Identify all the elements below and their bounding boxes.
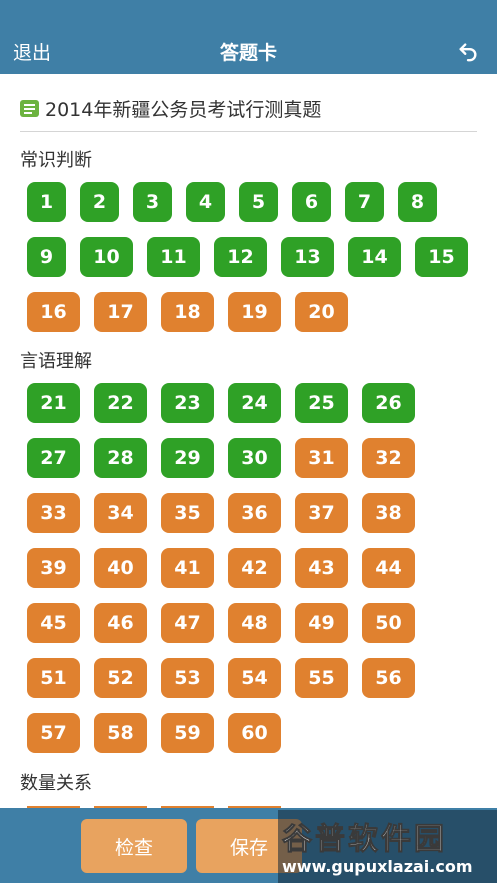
undo-icon[interactable] — [457, 40, 479, 62]
question-button-57[interactable]: 57 — [27, 713, 80, 753]
question-button-59[interactable]: 59 — [161, 713, 214, 753]
question-button-11[interactable]: 11 — [147, 237, 200, 277]
question-button-38[interactable]: 38 — [362, 493, 415, 533]
question-button-51[interactable]: 51 — [27, 658, 80, 698]
question-button-28[interactable]: 28 — [94, 438, 147, 478]
question-button-2[interactable]: 2 — [80, 182, 119, 222]
question-button-31[interactable]: 31 — [295, 438, 348, 478]
question-button-39[interactable]: 39 — [27, 548, 80, 588]
question-button-12[interactable]: 12 — [214, 237, 267, 277]
question-button-21[interactable]: 21 — [27, 383, 80, 423]
check-button[interactable]: 检查 — [81, 819, 187, 873]
section-title-quantitative: 数量关系 — [20, 773, 92, 794]
question-button-6[interactable]: 6 — [292, 182, 331, 222]
question-button-54[interactable]: 54 — [228, 658, 281, 698]
question-button-19[interactable]: 19 — [228, 292, 281, 332]
question-button-35[interactable]: 35 — [161, 493, 214, 533]
section-title-common-sense: 常识判断 — [20, 150, 92, 171]
question-button-52[interactable]: 52 — [94, 658, 147, 698]
question-button-56[interactable]: 56 — [362, 658, 415, 698]
section-title-verbal: 言语理解 — [20, 351, 92, 372]
question-button-60[interactable]: 60 — [228, 713, 281, 753]
question-button-7[interactable]: 7 — [345, 182, 384, 222]
divider — [20, 131, 477, 132]
paper-heading: 2014年新疆公务员考试行测真题 — [20, 95, 321, 121]
question-button-53[interactable]: 53 — [161, 658, 214, 698]
question-button-14[interactable]: 14 — [348, 237, 401, 277]
question-button-15[interactable]: 15 — [415, 237, 468, 277]
paper-title: 2014年新疆公务员考试行测真题 — [45, 98, 322, 121]
question-grid-verbal: 21 22 23 24 25 26 27 28 29 30 31 32 33 34 35 36 37 38 39 40… — [27, 383, 477, 753]
question-button-5[interactable]: 5 — [239, 182, 278, 222]
question-button-50[interactable]: 50 — [362, 603, 415, 643]
question-button-58[interactable]: 58 — [94, 713, 147, 753]
document-icon — [20, 99, 39, 117]
question-button-43[interactable]: 43 — [295, 548, 348, 588]
question-button-42[interactable]: 42 — [228, 548, 281, 588]
question-button-49[interactable]: 49 — [295, 603, 348, 643]
question-button-23[interactable]: 23 — [161, 383, 214, 423]
watermark-name: 谷普软件园 — [282, 822, 447, 858]
question-button-34[interactable]: 34 — [94, 493, 147, 533]
question-button-44[interactable]: 44 — [362, 548, 415, 588]
question-button-30[interactable]: 30 — [228, 438, 281, 478]
question-button-48[interactable]: 48 — [228, 603, 281, 643]
watermark-url: www.gupuxlazai.com — [282, 857, 473, 876]
question-button-17[interactable]: 17 — [94, 292, 147, 332]
question-button-22[interactable]: 22 — [94, 383, 147, 423]
question-button-47[interactable]: 47 — [161, 603, 214, 643]
question-button-16[interactable]: 16 — [27, 292, 80, 332]
page-title: 答题卡 — [219, 42, 277, 64]
question-button-46[interactable]: 46 — [94, 603, 147, 643]
question-button-37[interactable]: 37 — [295, 493, 348, 533]
question-grid-common-sense: 1 2 3 4 5 6 7 8 9 10 11 12 13 14 15 16 17 18 19 20 — [27, 182, 477, 332]
question-button-41[interactable]: 41 — [161, 548, 214, 588]
question-button-3[interactable]: 3 — [133, 182, 172, 222]
question-button-4[interactable]: 4 — [186, 182, 225, 222]
question-button-40[interactable]: 40 — [94, 548, 147, 588]
question-button-36[interactable]: 36 — [228, 493, 281, 533]
watermark-logo: 谷普软件园 www.gupuxlazai.com — [278, 810, 497, 883]
question-button-45[interactable]: 45 — [27, 603, 80, 643]
question-button-25[interactable]: 25 — [295, 383, 348, 423]
question-button-1[interactable]: 1 — [27, 182, 66, 222]
question-button-10[interactable]: 10 — [80, 237, 133, 277]
question-button-33[interactable]: 33 — [27, 493, 80, 533]
question-button-9[interactable]: 9 — [27, 237, 66, 277]
question-button-29[interactable]: 29 — [161, 438, 214, 478]
question-button-18[interactable]: 18 — [161, 292, 214, 332]
question-button-20[interactable]: 20 — [295, 292, 348, 332]
question-button-26[interactable]: 26 — [362, 383, 415, 423]
question-button-24[interactable]: 24 — [228, 383, 281, 423]
question-button-13[interactable]: 13 — [281, 237, 334, 277]
question-button-27[interactable]: 27 — [27, 438, 80, 478]
top-app-bar: 退出 答题卡 — [0, 0, 497, 74]
question-button-55[interactable]: 55 — [295, 658, 348, 698]
question-button-32[interactable]: 32 — [362, 438, 415, 478]
question-button-8[interactable]: 8 — [398, 182, 437, 222]
